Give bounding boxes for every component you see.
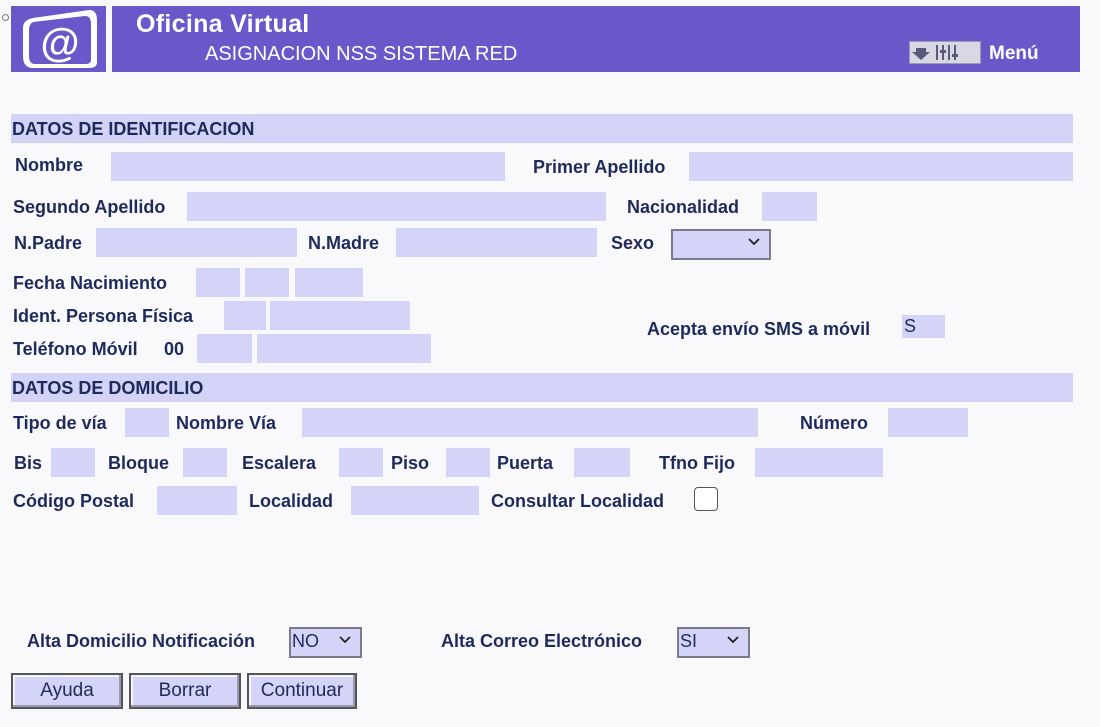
section-title: DATOS DE IDENTIFICACION [12, 119, 255, 139]
bis-label: Bis [14, 453, 43, 473]
segundo-apellido-input[interactable] [187, 192, 606, 221]
menu-label[interactable]: Menú [989, 43, 1039, 65]
nombre-input[interactable] [111, 152, 505, 181]
escalera-input[interactable] [339, 448, 383, 477]
menu-button[interactable] [909, 41, 981, 64]
sms-input[interactable]: S [902, 315, 945, 338]
numero-label: Número [800, 413, 869, 433]
padre-label: N.Padre [14, 233, 83, 253]
fecha-nacimiento-label: Fecha Nacimiento [13, 273, 168, 293]
chevron-down-icon [339, 636, 351, 644]
numero-input[interactable] [888, 408, 968, 437]
nacionalidad-label: Nacionalidad [627, 197, 740, 217]
ident-persona-label: Ident. Persona Física [13, 306, 194, 326]
tipo-via-input[interactable] [125, 408, 169, 437]
puerta-label: Puerta [497, 453, 554, 473]
fecha-anio-input[interactable] [295, 268, 363, 297]
telefono-pais-input[interactable] [197, 334, 252, 363]
alta-notificacion-value: NO [292, 631, 319, 651]
continuar-button[interactable]: Continuar [247, 673, 357, 709]
bloque-label: Bloque [108, 453, 169, 473]
tfno-fijo-label: Tfno Fijo [659, 453, 735, 473]
sexo-label: Sexo [611, 233, 655, 253]
codigo-postal-input[interactable] [157, 486, 237, 515]
at-sign-logo-icon: @ [11, 6, 106, 72]
fecha-dia-input[interactable] [196, 268, 240, 297]
fecha-mes-input[interactable] [245, 268, 289, 297]
section-title: DATOS DE DOMICILIO [12, 378, 204, 398]
bloque-input[interactable] [183, 448, 227, 477]
telefono-numero-input[interactable] [257, 334, 431, 363]
padre-input[interactable] [96, 228, 297, 257]
primer-apellido-input[interactable] [689, 152, 1073, 181]
alta-notificacion-label: Alta Domicilio Notificación [27, 631, 256, 651]
tipo-via-label: Tipo de vía [13, 413, 107, 433]
localidad-input[interactable] [351, 486, 479, 515]
alta-correo-select[interactable]: SI [677, 627, 750, 658]
puerta-input[interactable] [574, 448, 630, 477]
alta-notificacion-select[interactable]: NO [289, 627, 362, 658]
borrar-button[interactable]: Borrar [129, 673, 241, 709]
piso-input[interactable] [446, 448, 490, 477]
ayuda-button[interactable]: Ayuda [11, 673, 123, 709]
sexo-select[interactable] [671, 229, 771, 260]
bis-input[interactable] [51, 448, 95, 477]
chevron-down-icon [748, 238, 760, 246]
codigo-postal-label: Código Postal [13, 491, 134, 511]
chevron-down-icon [727, 636, 739, 644]
escalera-label: Escalera [242, 453, 317, 473]
nombre-via-input[interactable] [302, 408, 758, 437]
window-dot [2, 14, 9, 21]
madre-label: N.Madre [308, 233, 380, 253]
tfno-fijo-input[interactable] [755, 448, 883, 477]
section-identificacion: DATOS DE IDENTIFICACION [11, 114, 1073, 143]
app-title: Oficina Virtual [136, 10, 310, 38]
svg-text:@: @ [40, 21, 79, 65]
page-subtitle: ASIGNACION NSS SISTEMA RED [205, 43, 518, 65]
nombre-label: Nombre [15, 155, 84, 175]
ident-numero-input[interactable] [270, 301, 410, 330]
section-domicilio: DATOS DE DOMICILIO [11, 373, 1073, 402]
sms-label: Acepta envío SMS a móvil [647, 319, 871, 339]
nacionalidad-input[interactable] [762, 192, 817, 221]
ident-tipo-input[interactable] [224, 301, 266, 330]
menu-controls-icon [912, 45, 958, 60]
alta-correo-label: Alta Correo Electrónico [441, 631, 643, 651]
segundo-apellido-label: Segundo Apellido [13, 197, 166, 217]
localidad-label: Localidad [249, 491, 334, 511]
primer-apellido-label: Primer Apellido [533, 157, 666, 177]
piso-label: Piso [391, 453, 430, 473]
madre-input[interactable] [396, 228, 597, 257]
consultar-localidad-checkbox[interactable] [694, 487, 718, 511]
consultar-localidad-label: Consultar Localidad [491, 491, 665, 511]
telefono-prefix: 00 [164, 339, 185, 359]
alta-correo-value: SI [680, 631, 698, 651]
telefono-movil-label: Teléfono Móvil [13, 339, 138, 359]
nombre-via-label: Nombre Vía [176, 413, 277, 433]
